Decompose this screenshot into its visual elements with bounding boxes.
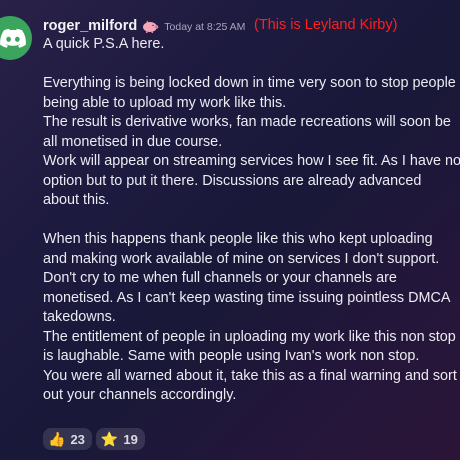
avatar[interactable] [0, 16, 32, 60]
red-annotation: (This is Leyland Kirby) [254, 17, 398, 33]
reaction-star[interactable]: ⭐ 19 [95, 428, 145, 450]
message-line: The result is derivative works, fan made… [43, 114, 451, 130]
message-line: monetised. As I can't keep wasting time … [43, 289, 451, 306]
message-header: roger_milford Today at 8:25 AM [43, 15, 245, 37]
message-line: When this happens thank people like this… [43, 231, 433, 247]
message-line: is laughable. Same with people using Iva… [43, 348, 420, 364]
message-line: Everything is being locked down in time … [43, 75, 456, 91]
message-line: A quick P.S.A here. [43, 36, 165, 52]
message-line: being able to upload my work like this. [43, 94, 287, 111]
discord-logo-icon [0, 28, 26, 48]
timestamp: Today at 8:25 AM [164, 21, 246, 33]
message-line: and making work available of mine on ser… [43, 250, 440, 267]
pig-icon [141, 19, 159, 33]
message-content: A quick P.S.A here. Everything is being l… [43, 35, 460, 406]
username[interactable]: roger_milford [43, 18, 137, 34]
message-line: option but to put it there. Discussions … [43, 172, 422, 189]
message-line: about this. [43, 192, 110, 208]
thumbs-up-icon: 👍 [48, 431, 66, 447]
star-icon: ⭐ [100, 431, 119, 447]
reaction-count: 23 [70, 431, 85, 447]
chat-message: roger_milford Today at 8:25 AM (This is … [0, 0, 460, 460]
reaction-thumbs-up[interactable]: 👍 23 [43, 428, 92, 450]
message-line: out your channels accordingly. [43, 387, 237, 403]
message-line: You were all warned about it, take this … [43, 367, 457, 384]
message-line: Don't cry to me when full channels or yo… [43, 270, 397, 286]
message-line: all monetised in due course. [43, 133, 223, 150]
message-line: takedowns. [43, 309, 116, 325]
message-line: The entitlement of people in uploading m… [43, 328, 456, 345]
reaction-count: 19 [123, 431, 138, 447]
message-line: Work will appear on streaming services h… [43, 153, 460, 169]
reactions-bar: 👍 23 ⭐ 19 [43, 428, 145, 450]
